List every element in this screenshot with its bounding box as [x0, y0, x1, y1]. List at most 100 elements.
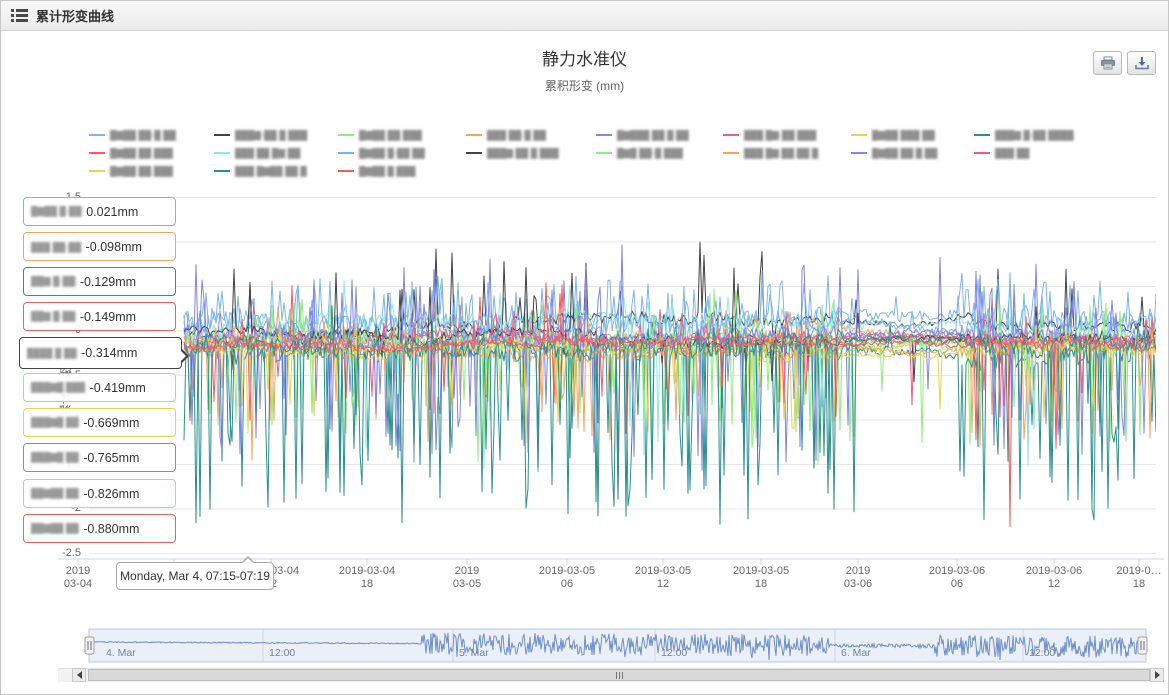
navigator-axis-label: 4. Mar: [106, 647, 136, 659]
tooltip-series-label: ██▇██ ██:: [31, 523, 81, 534]
legend-item[interactable]: ███ █▇-██ ███: [723, 128, 816, 142]
tooltip-series-label: ██▇██ ██:: [31, 488, 81, 499]
legend-line-marker: [851, 152, 867, 154]
tooltip-value: -0.826mm: [83, 487, 139, 501]
right-arrow-icon: [1155, 671, 1160, 679]
navigator-axis-label: 12:00: [1029, 647, 1055, 659]
tooltip-box: ██▇██ ██:-0.826mm: [23, 479, 176, 508]
legend-line-marker: [338, 170, 354, 172]
legend-item[interactable]: █▇██ ██ ███: [89, 146, 173, 160]
scrollbar-thumb[interactable]: [88, 669, 1150, 681]
tooltip-value: -0.669mm: [83, 416, 139, 430]
navigator-axis-label: 5. Mar: [459, 647, 489, 659]
legend-label: ███ ██-█ ██: [487, 130, 546, 140]
tooltip-box: █▇██ █-██:0.021mm: [23, 197, 176, 226]
legend-item[interactable]: ███▇ █-██ ████: [974, 128, 1074, 142]
legend-item[interactable]: ███▇-██ █ ███: [214, 128, 307, 142]
legend-line-marker: [338, 152, 354, 154]
legend-label: ███▇ ██ █ ███: [487, 148, 559, 159]
y-axis-label: -2.5: [41, 547, 81, 559]
tooltip-box: ██▇██ ██:-0.880mm: [23, 514, 176, 543]
legend-label: █▇██ ██ ███: [110, 166, 173, 177]
legend-item[interactable]: █▇██ █ ███: [338, 164, 416, 178]
navigator-axis-label: 12:00: [269, 647, 295, 659]
legend-label: █▇██ ██ ███: [359, 130, 422, 141]
tooltip-box: ███▇█ ███:-0.419mm: [23, 373, 176, 402]
legend-label: ███ █▇-██ ███: [744, 130, 816, 141]
legend-label: ███ ██ █▇ ██: [235, 148, 300, 159]
tooltip-box: ████ █ ██:-0.314mm: [19, 337, 182, 369]
legend-line-marker: [723, 152, 739, 154]
navigator-handle-right[interactable]: [1138, 637, 1147, 654]
legend-item[interactable]: █▇█ ██-█ ███: [596, 146, 683, 160]
legend-label: █▇██ ██ █ ██: [872, 148, 937, 159]
legend-label: ███▇-██ █ ███: [235, 130, 307, 141]
tooltip-box: ███▇█ ██:-0.669mm: [23, 408, 176, 437]
legend-item[interactable]: ███▇ ██ █ ███: [466, 146, 559, 160]
legend-line-marker: [89, 170, 105, 172]
scrollbar-left-button[interactable]: [72, 668, 86, 682]
legend-line-marker: [214, 170, 230, 172]
tooltip-value: -0.098mm: [86, 240, 142, 254]
series-lines: [184, 242, 1156, 527]
tooltip-box: ██▇ █-██:-0.149mm: [23, 302, 176, 331]
tooltip-series-label: ███▇█ ██:: [31, 417, 81, 428]
legend-item[interactable]: █▇███ ██ █ ██: [596, 128, 689, 142]
tooltip-series-label: ██▇ █-██:: [31, 276, 78, 287]
legend-label: ███▇ █-██ ████: [995, 130, 1074, 141]
left-arrow-icon: [77, 671, 82, 679]
tooltip-box: ███ ██-██:-0.098mm: [23, 232, 176, 261]
legend-label: ███ ██: [995, 148, 1029, 158]
tooltip-box: ███▇█ ██:-0.765mm: [23, 443, 176, 472]
x-axis-label: 2019-0…18: [1079, 565, 1169, 591]
legend-label: █▇█ ██-█ ███: [617, 148, 683, 159]
tooltip-value: -0.880mm: [83, 522, 139, 536]
legend-item[interactable]: ███ ██ █▇ ██: [214, 146, 300, 160]
legend-label: ███ █▇██ ██ █: [235, 166, 307, 177]
tooltip-value: 0.021mm: [86, 205, 138, 219]
tooltip-value: -0.129mm: [80, 275, 136, 289]
legend-item[interactable]: ███ ██-█ ██: [466, 128, 546, 142]
scrollbar-right-button[interactable]: [1150, 668, 1164, 682]
legend-item[interactable]: █▇██ ██ ███: [338, 128, 422, 142]
tooltip-series-label: █▇██ █-██:: [31, 206, 84, 217]
navigator-axis-label: 12:00: [661, 647, 687, 659]
legend-line-marker: [723, 134, 739, 136]
legend-item[interactable]: █▇██ ██ █ ██: [851, 146, 937, 160]
legend-item[interactable]: ███ ██: [974, 146, 1029, 160]
legend-label: █▇██ ███ ██: [872, 130, 935, 141]
legend-item[interactable]: █▇██ ██-█ ██: [89, 128, 176, 142]
legend-line-marker: [89, 152, 105, 154]
legend-line-marker: [214, 134, 230, 136]
tooltip-series-label: ███ ██-██:: [31, 242, 84, 252]
legend-label: █▇██ ██-█ ██: [110, 130, 176, 141]
tooltip-value: -0.419mm: [90, 381, 146, 395]
legend-label: ███ █▇ ██ ██ █: [744, 148, 818, 159]
navigator-axis-label: 6. Mar: [841, 647, 871, 659]
legend-label: █▇███ ██ █ ██: [617, 130, 689, 141]
tooltip-series-label: ███▇█ ███:: [31, 382, 88, 393]
legend-item[interactable]: █▇██ █-██ ██: [338, 146, 425, 160]
navigator-handle-left[interactable]: [85, 637, 94, 654]
legend-line-marker: [466, 134, 482, 136]
legend-line-marker: [89, 134, 105, 136]
tooltip-series-label: ██▇ █-██:: [31, 311, 78, 322]
legend-item[interactable]: █▇██ ██ ███: [89, 164, 173, 178]
legend-line-marker: [466, 152, 482, 154]
tooltip-box: ██▇ █-██:-0.129mm: [23, 267, 176, 296]
legend-line-marker: [974, 134, 990, 136]
legend-line-marker: [214, 152, 230, 154]
legend-item[interactable]: █▇██ ███ ██: [851, 128, 935, 142]
legend-line-marker: [851, 134, 867, 136]
chart-panel: 累计形变曲线 静力水准仪 累积形变 (mm) 累计形变(mm) █▇██ ██-…: [0, 0, 1169, 695]
legend-line-marker: [338, 134, 354, 136]
legend-label: █▇██ █-██ ██: [359, 148, 425, 159]
tooltip-value: -0.149mm: [80, 310, 136, 324]
legend-item[interactable]: ███ █▇██ ██ █: [214, 164, 307, 178]
legend-line-marker: [974, 152, 990, 154]
tooltip-value: -0.765mm: [83, 451, 139, 465]
legend-line-marker: [596, 134, 612, 136]
tooltip-date-header: Monday, Mar 4, 07:15-07:19: [116, 562, 274, 590]
legend-label: █▇██ █ ███: [359, 166, 416, 177]
legend-item[interactable]: ███ █▇ ██ ██ █: [723, 146, 818, 160]
